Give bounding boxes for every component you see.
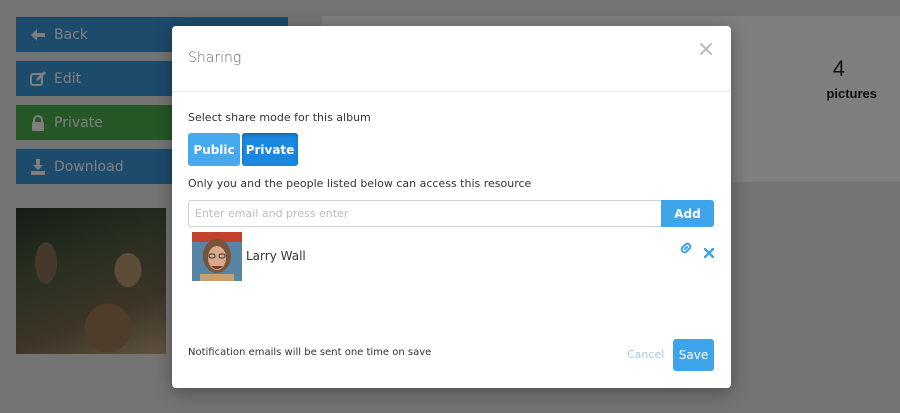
sharing-modal: Sharing Select share mode for this album… (172, 26, 731, 388)
modal-header: Sharing (172, 26, 731, 92)
shared-user-row: Larry Wall (192, 232, 715, 282)
access-description: Only you and the people listed below can… (188, 177, 532, 190)
public-mode-button[interactable]: Public (188, 133, 240, 166)
notification-note: Notification emails will be sent one tim… (188, 347, 432, 358)
link-icon[interactable] (678, 240, 694, 256)
modal-title: Sharing (188, 50, 242, 66)
save-button[interactable]: Save (673, 339, 714, 371)
close-icon[interactable] (698, 41, 714, 57)
share-mode-label: Select share mode for this album (188, 111, 371, 124)
cancel-button[interactable]: Cancel (627, 348, 664, 361)
email-input[interactable] (188, 200, 662, 227)
remove-icon[interactable] (703, 245, 715, 259)
private-mode-button[interactable]: Private (242, 133, 298, 166)
avatar (192, 232, 242, 281)
user-name: Larry Wall (246, 249, 306, 263)
add-button[interactable]: Add (661, 200, 714, 227)
